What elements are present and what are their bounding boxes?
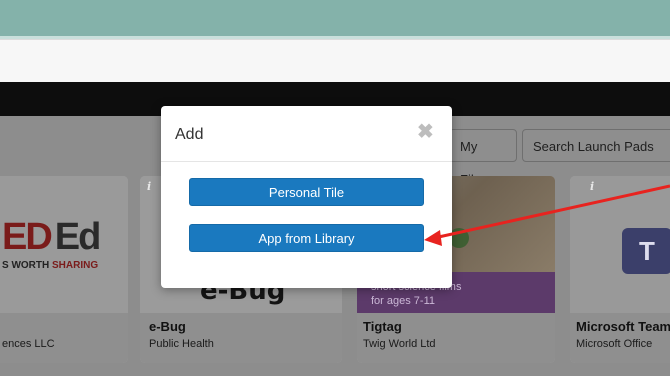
annotation-arrow bbox=[424, 184, 670, 246]
arrow-head bbox=[424, 230, 442, 246]
arrow-line bbox=[433, 184, 670, 240]
